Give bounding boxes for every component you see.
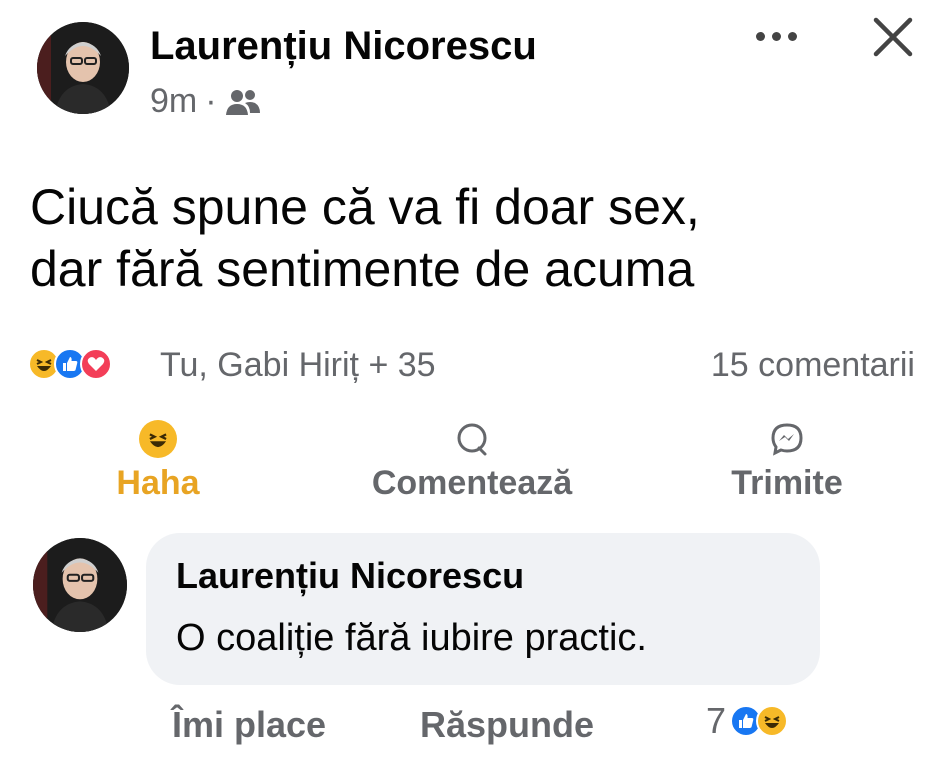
send-label: Trimite (731, 464, 843, 502)
haha-label: Haha (116, 464, 200, 502)
love-icon (80, 348, 112, 380)
comment-author-name[interactable]: Laurențiu Nicorescu (176, 555, 524, 597)
post-author-name[interactable]: Laurențiu Nicorescu (150, 22, 537, 70)
comment-button[interactable]: Comentează (340, 420, 604, 503)
messenger-icon (768, 420, 806, 458)
comment-label: Comentează (371, 464, 573, 502)
post-meta: 9m · (150, 82, 261, 121)
comment-reactions[interactable]: 7 (706, 700, 789, 742)
comment-text: O coaliție fără iubire practic. (176, 617, 647, 659)
post-author-avatar[interactable] (37, 22, 129, 114)
comment-author-avatar[interactable] (33, 538, 127, 632)
friends-icon (225, 87, 261, 117)
meta-separator: · (205, 82, 217, 120)
post-time[interactable]: 9m (150, 82, 197, 121)
close-icon[interactable] (870, 14, 916, 60)
haha-icon (139, 420, 177, 458)
comment-reply-button[interactable]: Răspunde (420, 704, 594, 746)
post-text-line-1: Ciucă spune că va fi doar sex, (30, 179, 700, 235)
post-text: Ciucă spune că va fi doar sex, dar fără … (30, 176, 700, 300)
haha-button[interactable]: Haha (98, 420, 218, 503)
comment-bubble[interactable]: Laurențiu Nicorescu O coaliție fără iubi… (146, 533, 820, 685)
reaction-icons[interactable] (28, 348, 112, 380)
reactions-summary[interactable]: Tu, Gabi Hiriț + 35 (160, 346, 436, 385)
send-button[interactable]: Trimite (704, 420, 870, 503)
comments-count[interactable]: 15 comentarii (711, 346, 915, 385)
comment-reaction-count: 7 (706, 700, 727, 741)
more-icon[interactable] (756, 26, 806, 46)
comment-icon (453, 420, 491, 458)
haha-icon (756, 705, 789, 737)
post-text-line-2: dar fără sentimente de acuma (30, 241, 695, 297)
comment-like-button[interactable]: Îmi place (172, 704, 326, 746)
